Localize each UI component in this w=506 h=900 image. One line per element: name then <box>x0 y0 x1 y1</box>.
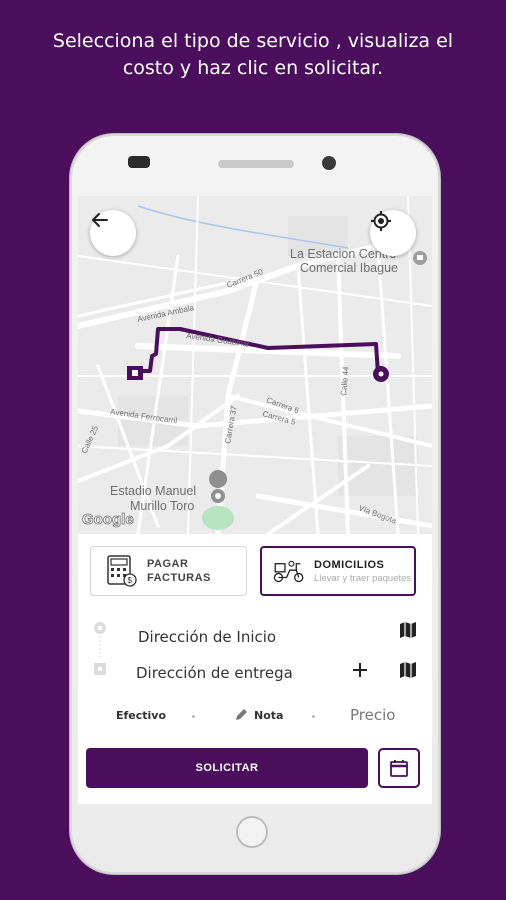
app-screen: La Estacion Centro Comercial Ibague Esta… <box>78 196 432 804</box>
place-label: Comercial Ibague <box>300 261 398 275</box>
service-domicilios[interactable]: DOMICILIOS Llevar y traer paquetes <box>260 546 416 596</box>
phone-home-button <box>236 816 268 848</box>
price-field: Precio <box>350 706 396 724</box>
separator-dot <box>192 715 195 718</box>
my-location-button[interactable] <box>370 210 416 256</box>
svg-text:$: $ <box>128 576 133 585</box>
service-pagar-facturas[interactable]: $ PAGAR FACTURAS <box>90 546 247 596</box>
pagar-title-line1: PAGAR <box>147 558 189 570</box>
domicilios-title: DOMICILIOS <box>314 558 385 571</box>
map-icon[interactable] <box>398 660 418 680</box>
solicitar-button[interactable]: SOLICITAR <box>86 748 368 788</box>
place-label: Estadio Manuel <box>110 484 196 498</box>
schedule-button[interactable] <box>378 748 420 788</box>
crosshair-location-icon <box>371 211 391 231</box>
start-address-field[interactable]: Dirección de Inicio <box>138 628 276 646</box>
caption-line-2: costo y haz clic en solicitar. <box>122 57 384 79</box>
delivery-address-field[interactable]: Dirección de entrega <box>136 664 293 682</box>
route-map[interactable]: La Estacion Centro Comercial Ibague Esta… <box>78 196 432 534</box>
delivery-scooter-icon <box>273 560 304 583</box>
payment-method[interactable]: Efectivo <box>116 709 166 722</box>
domicilios-subtitle: Llevar y traer paquetes <box>314 572 412 584</box>
note-button[interactable]: Nota <box>254 709 283 722</box>
pencil-icon <box>236 709 247 720</box>
phone-speaker <box>218 160 294 168</box>
phone-sensor <box>128 156 150 168</box>
add-stop-icon[interactable] <box>352 662 368 678</box>
caption-line-1: Selecciona el tipo de servicio , visuali… <box>52 30 454 52</box>
instruction-caption: Selecciona el tipo de servicio , visuali… <box>0 28 506 82</box>
pagar-title-line2: FACTURAS <box>147 572 211 584</box>
calculator-bill-icon: $ <box>107 555 137 587</box>
google-logo: Google <box>82 511 134 528</box>
arrow-left-icon <box>92 213 108 227</box>
place-label: Murillo Toro <box>130 499 194 513</box>
phone-camera <box>322 156 336 170</box>
back-button[interactable] <box>90 210 136 256</box>
calendar-icon <box>390 760 408 777</box>
map-icon[interactable] <box>398 620 418 640</box>
route-timeline-icon <box>94 622 106 675</box>
separator-dot <box>312 715 315 718</box>
